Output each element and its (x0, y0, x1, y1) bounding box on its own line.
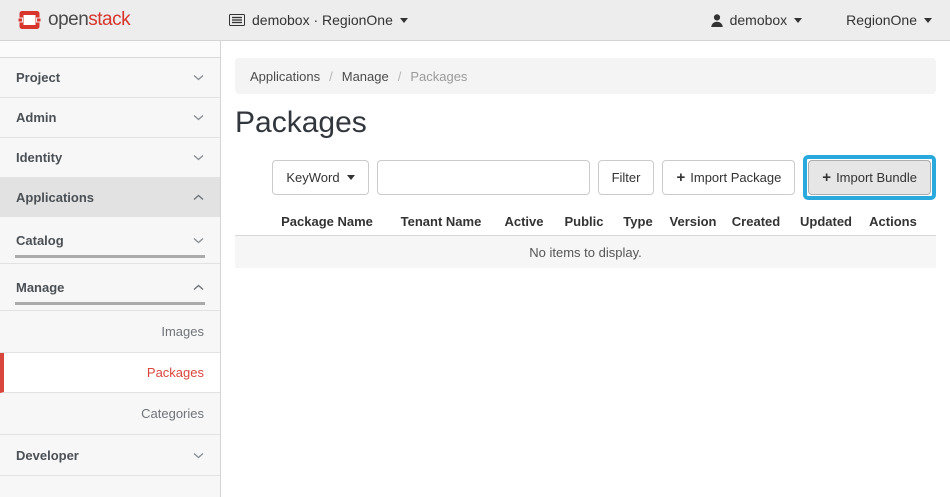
table-toolbar: KeyWord Filter + Import Package + Import… (235, 155, 936, 200)
sidebar-item-label: Identity (16, 150, 62, 165)
column-header-tenant-name[interactable]: Tenant Name (389, 209, 493, 235)
sidebar-item-label: Applications (16, 190, 94, 205)
import-bundle-highlight: + Import Bundle (803, 155, 936, 200)
openstack-logo[interactable]: openstack (0, 9, 229, 31)
sidebar-item-manage[interactable]: Manage (0, 264, 220, 311)
keyword-dropdown-label: KeyWord (286, 170, 339, 185)
empty-table-row: No items to display. (235, 235, 936, 268)
breadcrumb-separator: / (329, 69, 333, 84)
sidebar-item-label: Developer (16, 448, 79, 463)
navbar-right: demobox RegionOne (711, 12, 950, 28)
region-menu[interactable]: RegionOne (846, 12, 932, 28)
user-menu-label: demobox (730, 12, 788, 28)
chevron-down-icon (193, 154, 204, 161)
sidebar-item-label: Project (16, 70, 60, 85)
sidebar-item-label: Categories (141, 406, 204, 421)
chevron-down-icon (193, 74, 204, 81)
chevron-down-icon (193, 114, 204, 121)
sidebar-item-label: Packages (147, 365, 204, 380)
sidebar-item-packages[interactable]: Packages (0, 353, 220, 393)
breadcrumb-applications[interactable]: Applications (250, 69, 320, 84)
import-bundle-label: Import Bundle (836, 170, 917, 185)
column-header-active[interactable]: Active (493, 209, 555, 235)
top-navbar: openstack demobox · RegionOne demobox Re… (0, 0, 950, 41)
sidebar-item-images[interactable]: Images (0, 311, 220, 353)
caret-down-icon (347, 175, 355, 180)
filter-button-label: Filter (612, 170, 641, 185)
sidebar-item-developer[interactable]: Developer (0, 435, 220, 476)
sidebar-scroll-stub (0, 476, 220, 497)
main-content: Applications / Manage / Packages Package… (221, 41, 950, 497)
sidebar-item-categories[interactable]: Categories (0, 393, 220, 435)
sidebar-item-project[interactable]: Project (0, 58, 220, 98)
filter-button[interactable]: Filter (598, 160, 655, 195)
user-icon (711, 14, 723, 27)
search-input[interactable] (377, 160, 590, 195)
sidebar-item-admin[interactable]: Admin (0, 98, 220, 138)
breadcrumb-manage[interactable]: Manage (342, 69, 389, 84)
sidebar-item-applications[interactable]: Applications (0, 178, 220, 217)
column-header-type[interactable]: Type (613, 209, 663, 235)
region-menu-label: RegionOne (846, 12, 917, 28)
user-menu[interactable]: demobox (711, 12, 803, 28)
breadcrumb-packages: Packages (410, 69, 467, 84)
import-package-button[interactable]: + Import Package (662, 160, 795, 195)
sidebar-item-label: Manage (16, 280, 64, 295)
section-underline (15, 302, 205, 305)
domain-list-icon (229, 14, 245, 26)
page-title: Packages (235, 106, 936, 140)
column-header-public[interactable]: Public (555, 209, 613, 235)
sidebar-item-label: Images (161, 324, 204, 339)
keyword-dropdown-button[interactable]: KeyWord (272, 160, 368, 195)
sidebar-item-label: Admin (16, 110, 56, 125)
column-header-package-name[interactable]: Package Name (265, 209, 389, 235)
openstack-logo-icon (18, 10, 41, 30)
chevron-up-icon (193, 284, 204, 291)
caret-down-icon (794, 18, 802, 23)
column-header-actions[interactable]: Actions (863, 209, 923, 235)
caret-down-icon (400, 18, 408, 23)
chevron-down-icon (193, 452, 204, 459)
sidebar-item-identity[interactable]: Identity (0, 138, 220, 178)
packages-table-header: Package Name Tenant Name Active Public T… (235, 209, 936, 235)
context-label: demobox · RegionOne (252, 12, 393, 28)
empty-table-message: No items to display. (529, 245, 641, 260)
sidebar: Project Admin Identity Applications Cata… (0, 41, 221, 497)
chevron-up-icon (193, 194, 204, 201)
column-header-updated[interactable]: Updated (789, 209, 863, 235)
sidebar-scroll-stub (0, 41, 220, 58)
sidebar-item-label: Catalog (16, 233, 64, 248)
caret-down-icon (924, 18, 932, 23)
section-underline (15, 255, 205, 258)
logo-wordmark: openstack (48, 9, 130, 31)
column-header-created[interactable]: Created (723, 209, 789, 235)
breadcrumb: Applications / Manage / Packages (235, 58, 936, 94)
plus-icon: + (822, 169, 831, 186)
column-header-version[interactable]: Version (663, 209, 723, 235)
plus-icon: + (676, 169, 685, 186)
import-package-label: Import Package (690, 170, 781, 185)
chevron-down-icon (193, 237, 204, 244)
breadcrumb-separator: / (398, 69, 402, 84)
sidebar-item-catalog[interactable]: Catalog (0, 217, 220, 264)
page-layout: Project Admin Identity Applications Cata… (0, 41, 950, 497)
project-region-switcher[interactable]: demobox · RegionOne (229, 12, 408, 28)
import-bundle-button[interactable]: + Import Bundle (808, 160, 931, 195)
